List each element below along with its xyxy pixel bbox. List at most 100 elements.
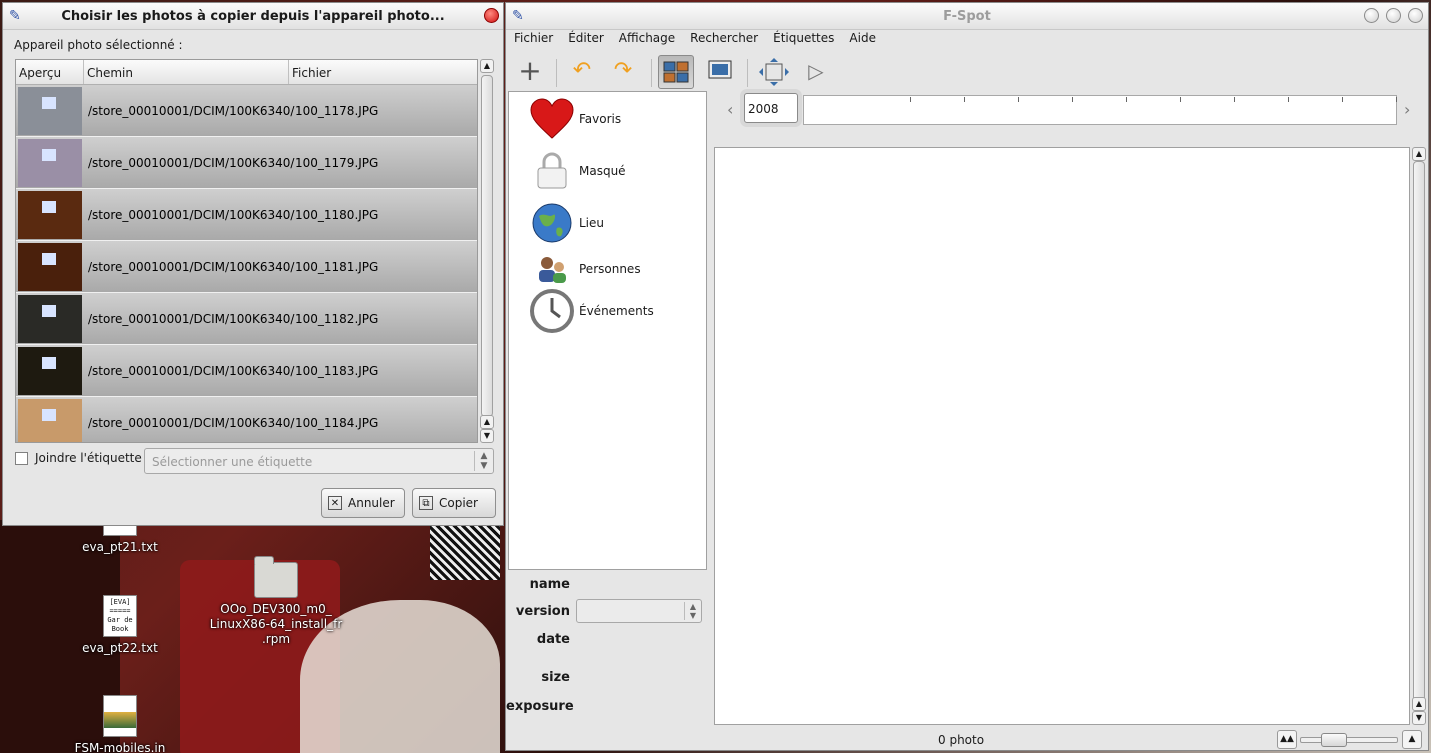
row-file: 100_1183.JPG: [295, 363, 379, 378]
desktop-icon-label: eva_pt21.txt: [82, 540, 158, 554]
timeline-tick: [910, 97, 911, 102]
scroll-up-button[interactable]: ▲: [480, 59, 494, 73]
photo-thumbnail: [18, 242, 82, 291]
photo-view-icon: [708, 60, 732, 79]
close-button[interactable]: [1408, 8, 1423, 23]
menu-aide[interactable]: Aide: [841, 31, 883, 45]
tag-label: Lieu: [579, 216, 605, 230]
table-row[interactable]: /store_00010001/DCIM/100K6340/100_1182.J…: [16, 293, 477, 345]
tag-label: Masqué: [579, 164, 626, 178]
list-header: Aperçu Chemin Fichier: [16, 60, 477, 85]
desktop-icon-label: OOo_DEV300_m0_ LinuxX86-64_install_fr .r…: [209, 602, 343, 646]
slideshow-button[interactable]: ▷: [798, 55, 834, 89]
row-file: 100_1184.JPG: [295, 415, 379, 430]
scrollbar-thumb[interactable]: [1413, 161, 1425, 711]
scrollbar-thumb[interactable]: [481, 75, 493, 417]
people-icon: [529, 246, 575, 292]
copy-icon: ⧉: [419, 496, 433, 510]
menu-rechercher[interactable]: Rechercher: [682, 31, 765, 45]
list-scrollbar[interactable]: ▲ ▲ ▼: [480, 59, 494, 443]
table-row[interactable]: /store_00010001/DCIM/100K6340/100_1183.J…: [16, 345, 477, 397]
tag-lieu[interactable]: Lieu: [529, 200, 604, 246]
browse-mode-button[interactable]: [658, 55, 694, 89]
desktop-folder-ooo[interactable]: OOo_DEV300_m0_ LinuxX86-64_install_fr .r…: [205, 556, 347, 647]
photo-thumbnail: [18, 86, 82, 135]
zoom-slider-handle[interactable]: [1321, 733, 1347, 747]
info-version-label: version: [515, 604, 570, 619]
zoom-out-button[interactable]: ▲▲: [1277, 730, 1297, 749]
tag-label: Personnes: [579, 262, 641, 276]
attach-tag-checkbox[interactable]: [15, 451, 28, 465]
tag-personnes[interactable]: Personnes: [529, 246, 641, 292]
menu-editer[interactable]: Éditer: [560, 31, 611, 45]
timeline-tick: [964, 97, 965, 102]
timeline-tick: [1126, 97, 1127, 102]
tag-favoris[interactable]: Favoris: [529, 96, 621, 142]
tag-evenements[interactable]: Événements: [529, 288, 654, 334]
desktop-icon-label: FSM-mobiles.in: [74, 741, 166, 753]
tag-masque[interactable]: Masqué: [529, 148, 626, 194]
menu-affichage[interactable]: Affichage: [611, 31, 682, 45]
column-path[interactable]: Chemin: [84, 60, 289, 84]
table-row[interactable]: /store_00010001/DCIM/100K6340/100_1178.J…: [16, 85, 477, 137]
edit-mode-button[interactable]: [702, 55, 738, 89]
tag-select[interactable]: Sélectionner une étiquette ▲ ▼: [144, 448, 494, 474]
scroll-up-button[interactable]: ▲: [1412, 147, 1426, 161]
menubar: Fichier Éditer Affichage Rechercher Étiq…: [506, 27, 883, 49]
rotate-right-button[interactable]: ↷: [605, 55, 641, 89]
timeline-track[interactable]: [803, 95, 1397, 125]
menu-fichier[interactable]: Fichier: [506, 31, 560, 45]
lock-icon: [529, 148, 575, 194]
timeline-tick: [1234, 97, 1235, 102]
table-row[interactable]: /store_00010001/DCIM/100K6340/100_1181.J…: [16, 241, 477, 293]
table-row[interactable]: /store_00010001/DCIM/100K6340/100_1184.J…: [16, 397, 477, 442]
info-exposure-label: exposure: [506, 699, 574, 714]
desktop-file-eva-pt22[interactable]: [EVA] ===== Gar de Book eva_pt22.txt: [78, 595, 162, 655]
desktop-file-fsm[interactable]: FSM-mobiles.in: [70, 695, 170, 753]
folder-icon: [254, 556, 298, 598]
timeline-left-arrow[interactable]: ‹: [727, 100, 733, 119]
scroll-down-button[interactable]: ▼: [1412, 711, 1426, 725]
tag-label: Événements: [579, 304, 654, 318]
table-row[interactable]: /store_00010001/DCIM/100K6340/100_1179.J…: [16, 137, 477, 189]
photo-scrollbar[interactable]: ▲ ▲ ▼: [1412, 147, 1426, 725]
timeline-right-arrow[interactable]: ›: [1404, 100, 1410, 119]
timeline-year-marker[interactable]: 2008: [744, 93, 798, 123]
maximize-button[interactable]: [1386, 8, 1401, 23]
fspot-title: F-Spot: [943, 8, 991, 24]
rotate-left-button[interactable]: ↶: [564, 55, 600, 89]
version-select[interactable]: ▲ ▼: [576, 599, 702, 623]
row-path: /store_00010001/DCIM/100K6340/: [88, 363, 295, 378]
scroll-down-arrow-1[interactable]: ▲: [480, 415, 494, 429]
desktop-icon-label: eva_pt22.txt: [82, 641, 158, 655]
tag-label: Favoris: [579, 112, 622, 126]
photo-thumbnail: [18, 190, 82, 239]
scroll-down-arrow-1[interactable]: ▲: [1412, 697, 1426, 711]
toolbar: + ↶ ↷ ▷: [506, 49, 1428, 91]
tag-select-placeholder: Sélectionner une étiquette: [152, 455, 313, 469]
column-preview[interactable]: Aperçu: [16, 60, 84, 84]
zoom-in-button[interactable]: ▲: [1402, 730, 1422, 749]
timeline-tick: [1180, 97, 1181, 102]
table-row[interactable]: /store_00010001/DCIM/100K6340/100_1180.J…: [16, 189, 477, 241]
close-button[interactable]: [484, 8, 499, 23]
fullscreen-button[interactable]: [756, 55, 792, 89]
timeline-tick: [1018, 97, 1019, 102]
grid-view-icon: [663, 61, 689, 83]
fspot-titlebar[interactable]: ✎ F-Spot: [506, 3, 1428, 30]
copy-button[interactable]: ⧉ Copier: [412, 488, 496, 518]
menu-etiquettes[interactable]: Étiquettes: [765, 31, 841, 45]
dialog-title: Choisir les photos à copier depuis l'app…: [61, 8, 445, 24]
timeline-tick: [1396, 97, 1397, 102]
statusbar: 0 photo ▲▲ ▲: [506, 727, 1428, 751]
minimize-button[interactable]: [1364, 8, 1379, 23]
photo-view[interactable]: [714, 147, 1410, 725]
dialog-titlebar[interactable]: ✎ Choisir les photos à copier depuis l'a…: [3, 3, 503, 30]
column-file[interactable]: Fichier: [289, 60, 477, 84]
text-file-icon: [EVA] ===== Gar de Book: [103, 595, 137, 637]
cancel-button[interactable]: ✕ Annuler: [321, 488, 405, 518]
import-button[interactable]: +: [512, 55, 548, 89]
scroll-down-button[interactable]: ▼: [480, 429, 494, 443]
heart-icon: [529, 96, 575, 142]
zoom-slider[interactable]: [1300, 733, 1398, 747]
